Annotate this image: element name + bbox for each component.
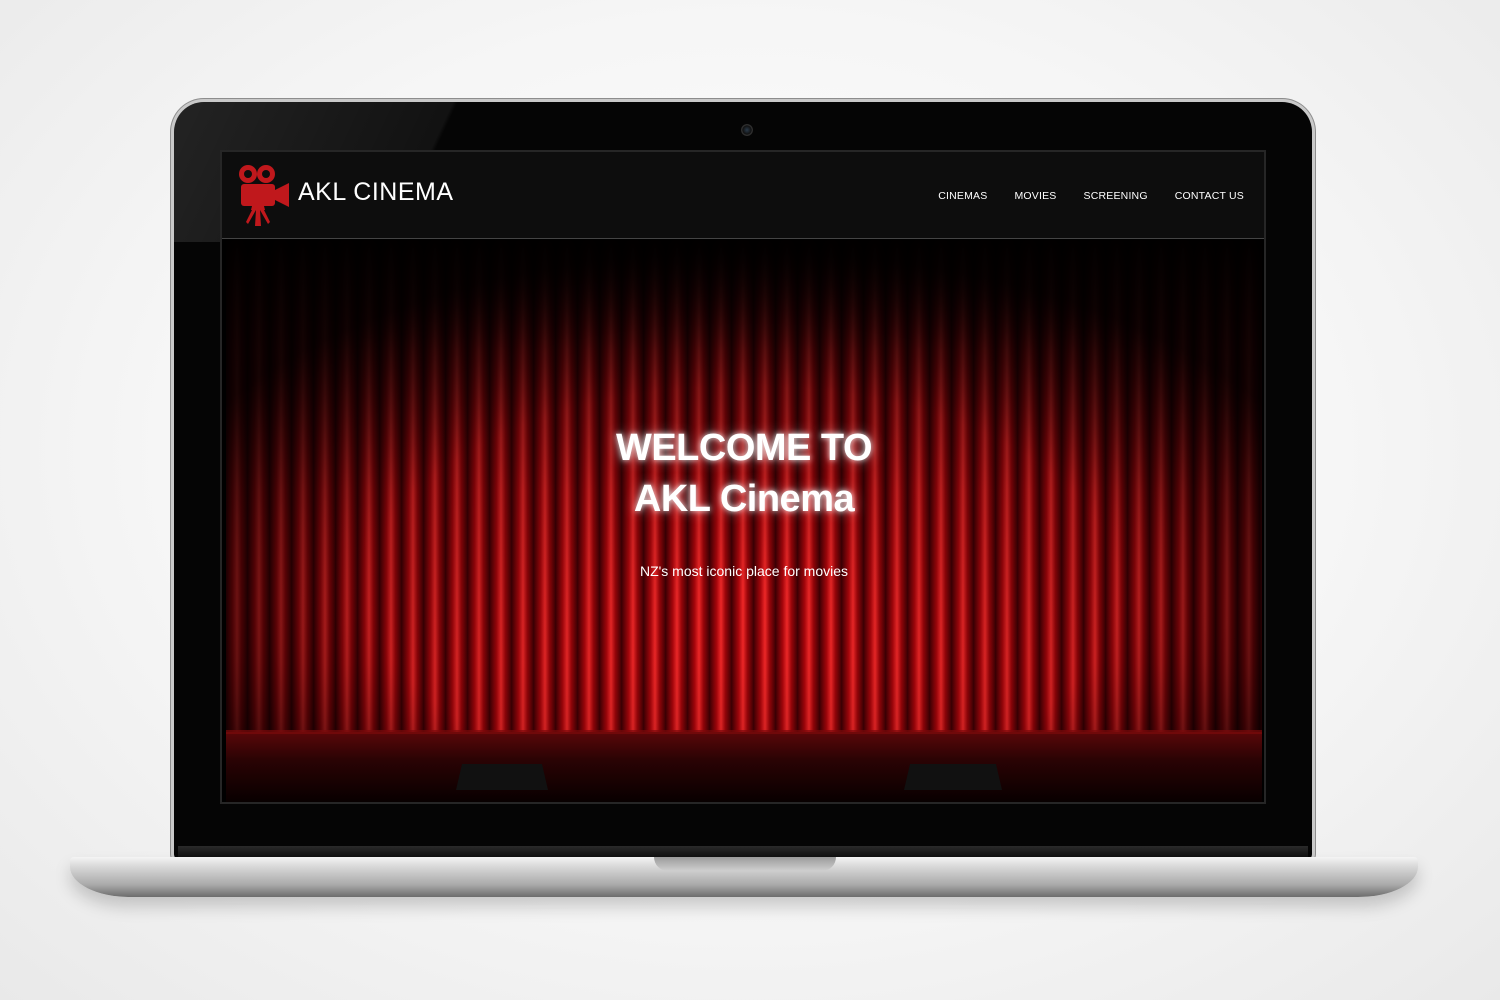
laptop-screen: AKL CINEMA CINEMAS MOVIES SCREENING CONT… [220, 150, 1266, 804]
hero-title-line-2: AKL Cinema [633, 478, 855, 520]
hero-title: WELCOME TO AKL Cinema [226, 423, 1262, 525]
nav-link-movies[interactable]: MOVIES [1014, 190, 1056, 202]
nav-link-contact-us[interactable]: CONTACT US [1175, 190, 1244, 202]
hero-subtitle: NZ's most iconic place for movies [639, 563, 849, 579]
laptop-notch [654, 857, 836, 871]
movie-camera-icon[interactable] [237, 162, 291, 226]
main-navigation: CINEMAS MOVIES SCREENING CONTACT US [938, 190, 1244, 202]
hero-title-line-1: WELCOME TO [615, 427, 873, 469]
site-navbar: AKL CINEMA CINEMAS MOVIES SCREENING CONT… [222, 152, 1264, 239]
hero-section: WELCOME TO AKL Cinema NZ's most iconic p… [226, 240, 1262, 802]
nav-link-cinemas[interactable]: CINEMAS [938, 190, 987, 202]
webcam [741, 124, 753, 136]
site-brand-name[interactable]: AKL CINEMA [298, 178, 454, 207]
nav-link-screening[interactable]: SCREENING [1083, 190, 1147, 202]
